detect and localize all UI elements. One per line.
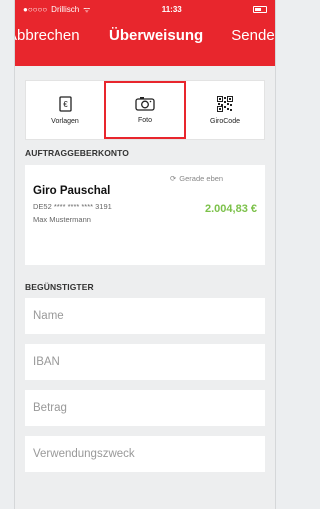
- account-balance: 2.004,83 €: [205, 203, 257, 215]
- wifi-icon: ᯤ: [83, 4, 91, 14]
- templates-label: Vorlagen: [51, 117, 79, 125]
- account-card[interactable]: ⟳ Gerade eben Giro Pauschal DE52 **** **…: [25, 165, 265, 265]
- templates-button[interactable]: € Vorlagen: [26, 81, 104, 139]
- photo-label: Foto: [137, 117, 152, 124]
- account-section-heading: AUFTRAGGEBERKONTO: [25, 148, 130, 158]
- camera-icon: [135, 97, 155, 111]
- input-method-toolbar: € Vorlagen Foto GiroCode: [25, 80, 265, 140]
- carrier-name: Drillisch: [51, 4, 80, 14]
- sync-text: Gerade eben: [179, 174, 224, 183]
- recipient-section-heading: BEGÜNSTIGTER: [25, 282, 94, 292]
- photo-button[interactable]: Foto: [104, 81, 186, 139]
- carrier-info: ●○○○○ Drillisch ᯤ: [23, 4, 90, 15]
- iban-field[interactable]: IBAN: [25, 344, 265, 380]
- document-icon: €: [58, 95, 72, 112]
- girocode-button[interactable]: GiroCode: [186, 81, 264, 139]
- account-iban: DE52 **** **** **** 3191: [33, 202, 112, 211]
- name-field[interactable]: Name: [25, 298, 265, 334]
- refresh-icon: ⟳: [170, 174, 177, 183]
- account-name: Giro Pauschal: [33, 185, 111, 197]
- status-bar: ●○○○○ Drillisch ᯤ 11:33: [15, 0, 275, 18]
- cancel-button[interactable]: Abbrechen: [15, 27, 80, 44]
- svg-text:€: €: [63, 100, 68, 109]
- page-title: Überweisung: [109, 27, 204, 44]
- signal-dots-icon: ●○○○○: [23, 4, 48, 14]
- girocode-label: GiroCode: [210, 117, 240, 125]
- clock: 11:33: [161, 4, 182, 14]
- battery-icon: [252, 5, 267, 13]
- qr-code-icon: [217, 95, 233, 112]
- app-screen: ●○○○○ Drillisch ᯤ 11:33 Abbrechen Überwe…: [14, 0, 276, 509]
- sync-status: ⟳ Gerade eben: [170, 174, 223, 183]
- app-bar: ●○○○○ Drillisch ᯤ 11:33 Abbrechen Überwe…: [15, 0, 275, 66]
- purpose-field[interactable]: Verwendungszweck: [25, 436, 265, 472]
- send-button[interactable]: Senden: [231, 27, 275, 44]
- nav-row: Abbrechen Überweisung Senden: [15, 18, 275, 58]
- recipient-fields: Name IBAN Betrag Verwendungszweck: [15, 298, 275, 472]
- account-owner: Max Mustermann: [33, 215, 91, 224]
- amount-field[interactable]: Betrag: [25, 390, 265, 426]
